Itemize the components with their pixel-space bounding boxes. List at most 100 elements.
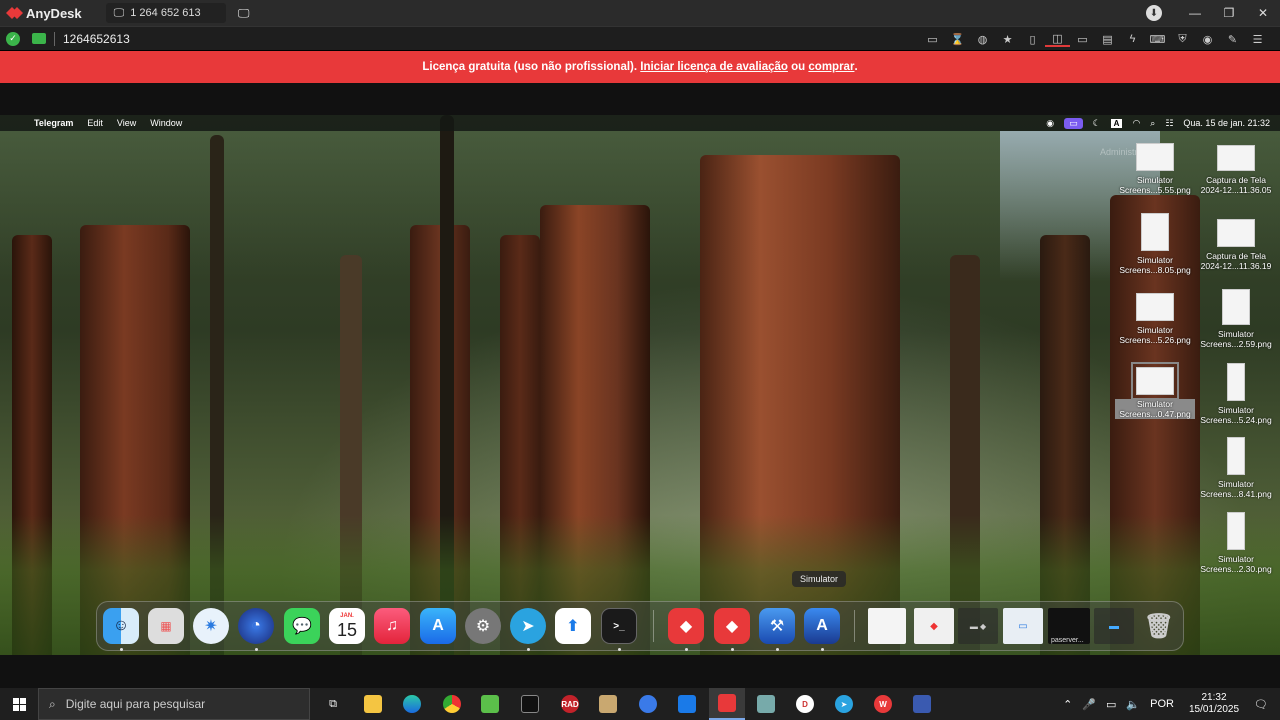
keyboard-icon[interactable]: ⌨ [1145, 33, 1170, 46]
terminal-icon[interactable]: >_ [601, 608, 637, 644]
recent-window-icon[interactable]: ▭ [1003, 608, 1043, 644]
pen-icon[interactable]: ✎ [1220, 33, 1245, 46]
paserver-window-icon[interactable]: paserver... [1048, 608, 1090, 644]
terminal-taskbar-icon[interactable] [514, 688, 546, 720]
recent-screenshot-icon[interactable]: ◆ [914, 608, 954, 644]
address-value[interactable]: 1264652613 [63, 32, 130, 46]
app-store-icon[interactable]: A [420, 608, 456, 644]
chat-icon[interactable]: ▤ [1095, 33, 1120, 46]
desktop-file[interactable]: Simulator Screens...5.24.png [1196, 363, 1276, 425]
launchpad-icon[interactable]: ▦ [148, 608, 184, 644]
simulator-icon[interactable]: A [804, 608, 840, 644]
chrome-icon[interactable] [436, 688, 468, 720]
privacy-icon[interactable]: ▭ [920, 33, 945, 46]
recent-document-icon[interactable] [868, 608, 906, 644]
volume-icon[interactable]: 🔈 [1126, 698, 1140, 711]
language-indicator[interactable]: POR [1150, 698, 1174, 710]
finder-icon[interactable]: ☺ [103, 608, 139, 644]
spotlight-icon[interactable]: ⌕ [1150, 118, 1155, 129]
file-icon[interactable]: ▯ [1020, 33, 1045, 46]
app-window-icon[interactable] [906, 688, 938, 720]
chevron-up-icon[interactable]: ⌃ [1063, 698, 1072, 711]
taskbar-clock[interactable]: 21:32 15/01/2025 [1189, 692, 1239, 716]
remote-mac-desktop[interactable]: Telegram Edit View Window ◉ ▭ ☾ A ◠ ⌕ ☷ … [0, 115, 1280, 655]
anydesk-taskbar-icon[interactable] [709, 688, 745, 720]
menu-window[interactable]: Window [150, 118, 182, 128]
favorite-star-icon[interactable]: ★ [995, 33, 1020, 46]
firefox-icon[interactable]: ◔ [238, 608, 274, 644]
music-icon[interactable]: ♫ [374, 608, 410, 644]
desktop-file[interactable]: Simulator Screens...8.41.png [1196, 437, 1276, 499]
desktop-file-selected[interactable]: Simulator Screens...0.47.png [1115, 362, 1195, 419]
file-explorer-icon[interactable] [357, 688, 389, 720]
buy-link[interactable]: comprar [808, 61, 854, 73]
record-icon[interactable]: ◉ [1195, 33, 1220, 46]
screen-icon[interactable]: ▭ [1070, 33, 1095, 46]
desktop-file[interactable]: Simulator Screens...2.30.png [1196, 512, 1276, 574]
desktop-file[interactable]: Simulator Screens...5.26.png [1115, 293, 1195, 345]
input-source-icon[interactable]: A [1110, 118, 1123, 128]
desktop-file[interactable]: Captura de Tela 2024-12...11.36.05 [1196, 145, 1276, 195]
menu-clock[interactable]: Qua. 15 de jan. 21:32 [1183, 118, 1270, 128]
file-thumbnail [1217, 145, 1255, 171]
file-thumbnail [1227, 512, 1245, 550]
maximize-button[interactable]: ❐ [1212, 6, 1246, 20]
screen-share-icon[interactable]: ▭ [1064, 117, 1083, 129]
desktop-file[interactable]: Simulator Screens...2.59.png [1196, 289, 1276, 349]
download-icon[interactable]: ⬇ [1146, 5, 1162, 21]
shield-icon[interactable]: ⛨ [1170, 33, 1195, 46]
session-tab[interactable]: 🖵 1 264 652 613 [105, 3, 226, 23]
menu-view[interactable]: View [117, 118, 136, 128]
windows-start-icon[interactable] [0, 688, 38, 720]
menu-app-telegram[interactable]: Telegram [34, 118, 73, 128]
task-view-icon[interactable]: ⧉ [317, 688, 349, 720]
desktop-file[interactable]: Captura de Tela 2024-12...11.36.19 [1196, 219, 1276, 271]
status-circle-icon[interactable]: ◉ [1046, 118, 1054, 129]
messages-icon[interactable]: 💬 [284, 608, 320, 644]
recent-window-icon[interactable]: ▬ ◆ [958, 608, 998, 644]
menu-bar-extras: ◉ ▭ ☾ A ◠ ⌕ ☷ Qua. 15 de jan. 21:32 [1046, 115, 1270, 131]
menu-icon[interactable]: ☰ [1245, 33, 1270, 46]
taskbar-search-box[interactable]: ⌕ Digite aqui para pesquisar [38, 688, 310, 720]
package-icon[interactable] [592, 688, 624, 720]
edge-icon[interactable] [396, 688, 428, 720]
rad-studio-icon[interactable]: RAD [554, 688, 586, 720]
paserver-icon[interactable]: ◆ [714, 608, 750, 644]
desktop-file[interactable]: Simulator Screens...8.05.png [1115, 213, 1195, 275]
lightning-icon[interactable]: ϟ [1120, 33, 1145, 45]
telegram-taskbar-icon[interactable]: ➤ [828, 688, 860, 720]
vscode-icon[interactable] [671, 688, 703, 720]
minimize-button[interactable]: — [1178, 6, 1212, 20]
calendar-icon[interactable]: JAN. 15 [329, 608, 365, 644]
trash-icon[interactable]: 🗑 [1141, 608, 1177, 644]
mac-dock: ☺ ▦ ✷ ◔ 💬 JAN. 15 ♫ A ⚙ ➤ ⬆ >_ ◆ ◆ ⚒ A ◆… [96, 601, 1184, 651]
control-center-icon[interactable]: ☷ [1165, 118, 1173, 129]
file-thumbnail [1227, 437, 1245, 475]
network-icon[interactable]: ▭ [1106, 698, 1116, 711]
wifi-icon[interactable]: ◠ [1132, 118, 1140, 129]
transporter-icon[interactable]: ⬆ [555, 608, 591, 644]
anydesk-dock-icon[interactable]: ◆ [668, 608, 704, 644]
desktop-file[interactable]: Simulator Screens...5.55.png [1115, 143, 1195, 195]
notifications-icon[interactable]: 🗨 [1254, 698, 1268, 711]
file-label: Simulator Screens...5.26.png [1119, 325, 1191, 345]
trial-license-link[interactable]: Iniciar licença de avaliação [640, 61, 788, 73]
app-pink-icon[interactable]: D [789, 688, 821, 720]
safari-icon[interactable]: ✷ [193, 608, 229, 644]
system-settings-icon[interactable]: ⚙ [465, 608, 501, 644]
recent-window-icon[interactable]: ▬ [1094, 608, 1134, 644]
image-viewer-icon[interactable] [750, 688, 782, 720]
close-button[interactable]: ✕ [1246, 6, 1280, 20]
notepad-icon[interactable] [474, 688, 506, 720]
new-session-icon[interactable]: 🖵 [234, 3, 254, 23]
moon-icon[interactable]: ☾ [1093, 118, 1101, 129]
menu-edit[interactable]: Edit [87, 118, 103, 128]
database-icon[interactable]: ◍ [970, 33, 995, 46]
xcode-icon[interactable]: ⚒ [759, 608, 795, 644]
hourglass-icon[interactable]: ⌛ [945, 33, 970, 46]
telegram-icon[interactable]: ➤ [510, 608, 546, 644]
display-icon[interactable]: ◫ [1045, 32, 1070, 47]
app-blue-circle-icon[interactable] [632, 688, 664, 720]
microphone-icon[interactable]: 🎤 [1082, 698, 1096, 711]
wps-icon[interactable]: W [867, 688, 899, 720]
